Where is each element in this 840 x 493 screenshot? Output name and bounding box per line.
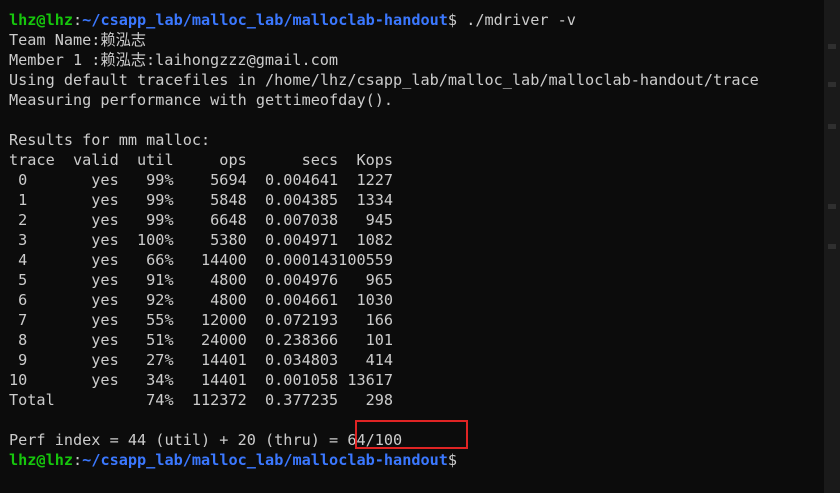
table-total-row: Total 74% 112372 0.377235 298 bbox=[9, 391, 394, 409]
table-row: 10 yes 34% 14401 0.001058 13617 bbox=[9, 371, 394, 389]
table-row: 7 yes 55% 12000 0.072193 166 bbox=[9, 311, 394, 329]
scroll-marker bbox=[828, 244, 836, 249]
score-highlight-box bbox=[355, 420, 468, 449]
prompt-user-host: lhz@lhz bbox=[9, 451, 74, 469]
scroll-marker bbox=[828, 44, 836, 49]
prompt-colon: : bbox=[73, 11, 83, 29]
member-line: Member 1 :赖泓志:laihongzzz@gmail.com bbox=[9, 51, 339, 69]
prompt-colon: : bbox=[73, 451, 83, 469]
table-header: trace valid util ops secs Kops bbox=[9, 151, 394, 169]
prompt-dollar: $ bbox=[447, 451, 458, 469]
prompt-path: ~/csapp_lab/malloc_lab/malloclab-handout bbox=[82, 11, 448, 29]
terminal-window[interactable]: lhz@lhz:~/csapp_lab/malloc_lab/malloclab… bbox=[0, 0, 824, 493]
terminal-output: lhz@lhz:~/csapp_lab/malloc_lab/malloclab… bbox=[9, 10, 824, 470]
table-row: 4 yes 66% 14400 0.000143100559 bbox=[9, 251, 394, 269]
table-row: 2 yes 99% 6648 0.007038 945 bbox=[9, 211, 394, 229]
team-name-line: Team Name:赖泓志 bbox=[9, 31, 146, 49]
table-row: 5 yes 91% 4800 0.004976 965 bbox=[9, 271, 394, 289]
table-row: 6 yes 92% 4800 0.004661 1030 bbox=[9, 291, 394, 309]
scroll-marker bbox=[828, 124, 836, 129]
final-prompt-line[interactable]: lhz@lhz:~/csapp_lab/malloc_lab/malloclab… bbox=[9, 450, 824, 470]
results-title: Results for mm malloc: bbox=[9, 131, 211, 149]
table-row: 9 yes 27% 14401 0.034803 414 bbox=[9, 351, 394, 369]
scroll-marker bbox=[828, 82, 836, 87]
scroll-marker bbox=[828, 204, 836, 209]
command-text: ./mdriver -v bbox=[457, 11, 576, 29]
vertical-scrollbar[interactable] bbox=[824, 0, 840, 493]
table-row: 3 yes 100% 5380 0.004971 1082 bbox=[9, 231, 394, 249]
table-row: 8 yes 51% 24000 0.238366 101 bbox=[9, 331, 394, 349]
measuring-line: Measuring performance with gettimeofday(… bbox=[9, 91, 394, 109]
table-row: 0 yes 99% 5694 0.004641 1227 bbox=[9, 171, 394, 189]
table-row: 1 yes 99% 5848 0.004385 1334 bbox=[9, 191, 394, 209]
tracefiles-line: Using default tracefiles in /home/lhz/cs… bbox=[9, 71, 759, 89]
command-prompt-line: lhz@lhz:~/csapp_lab/malloc_lab/malloclab… bbox=[9, 10, 824, 30]
prompt-user-host: lhz@lhz bbox=[9, 11, 74, 29]
prompt-path: ~/csapp_lab/malloc_lab/malloclab-handout bbox=[82, 451, 448, 469]
prompt-dollar: $ bbox=[447, 11, 458, 29]
